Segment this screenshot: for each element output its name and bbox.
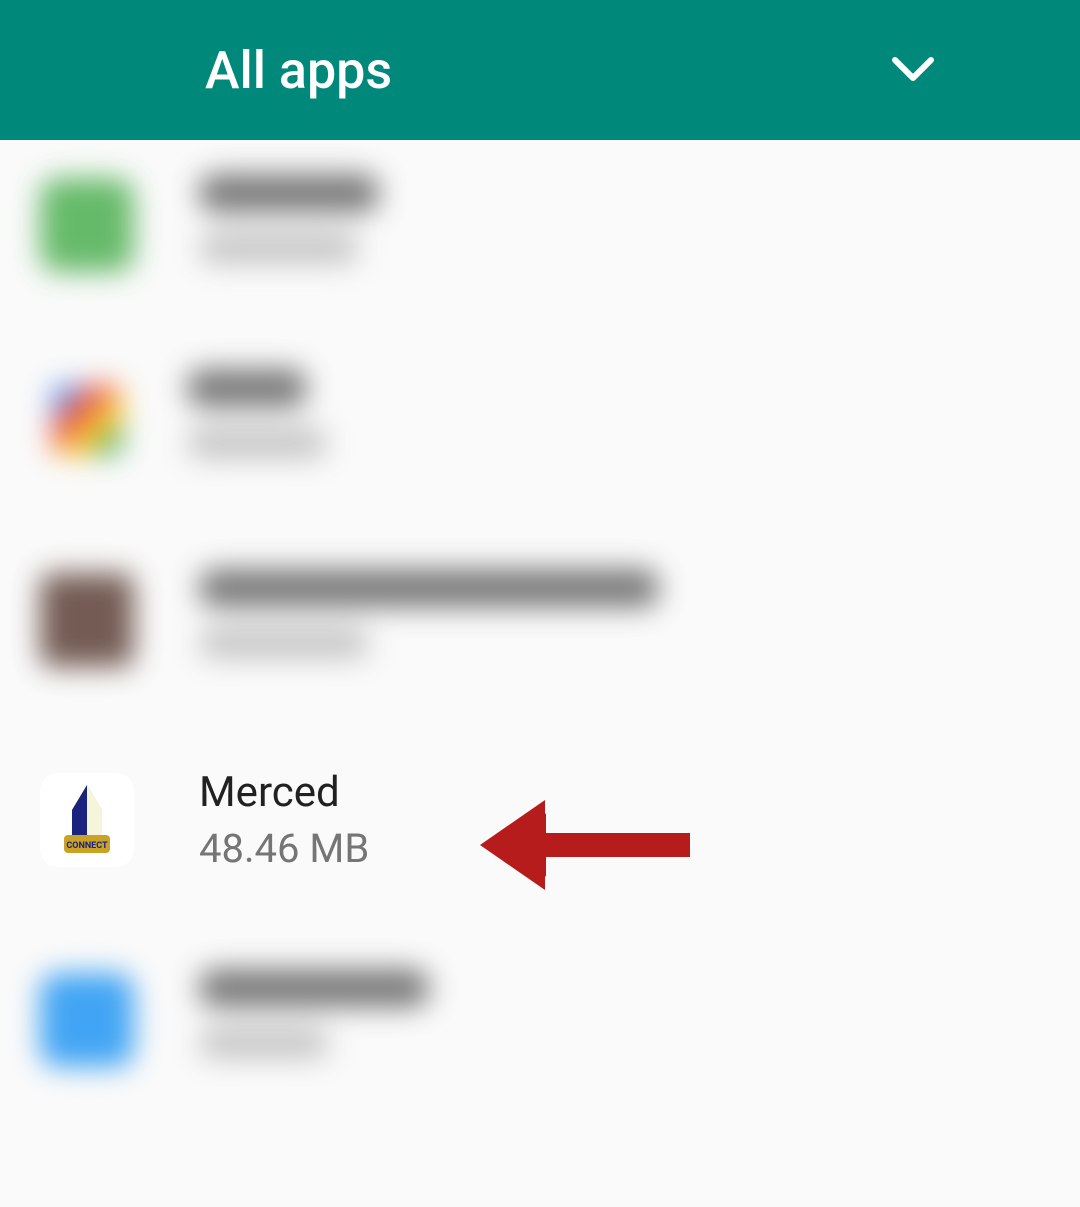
app-icon (40, 178, 134, 272)
app-list-item-merced[interactable]: CONNECT Merced 48.46 MB (0, 720, 1080, 920)
app-icon: CONNECT (40, 773, 134, 867)
app-info (187, 369, 327, 471)
app-name (199, 174, 379, 212)
app-info (199, 174, 379, 276)
app-info (199, 569, 659, 671)
app-list-item[interactable] (0, 320, 1080, 520)
app-list-header: All apps (0, 0, 1080, 140)
app-info: Merced 48.46 MB (199, 768, 369, 872)
app-icon (52, 385, 122, 455)
app-name (187, 369, 307, 407)
app-name: Merced (199, 768, 369, 817)
app-size: 48.46 MB (199, 825, 369, 872)
app-size (199, 232, 359, 264)
merced-connect-icon: CONNECT (52, 780, 122, 860)
app-name (199, 969, 429, 1007)
app-info (199, 969, 429, 1071)
app-name (199, 569, 659, 607)
app-list-item[interactable] (0, 160, 1080, 320)
page-title: All apps (205, 40, 392, 101)
app-icon (40, 973, 134, 1067)
app-icon (40, 573, 134, 667)
app-size (187, 427, 327, 459)
svg-text:CONNECT: CONNECT (66, 841, 108, 851)
app-list: CONNECT Merced 48.46 MB (0, 140, 1080, 1120)
app-list-item[interactable] (0, 920, 1080, 1120)
app-size (199, 627, 369, 659)
chevron-down-icon (891, 56, 935, 84)
filter-dropdown-button[interactable] (891, 48, 935, 92)
app-size (199, 1027, 329, 1059)
app-list-item[interactable] (0, 520, 1080, 720)
